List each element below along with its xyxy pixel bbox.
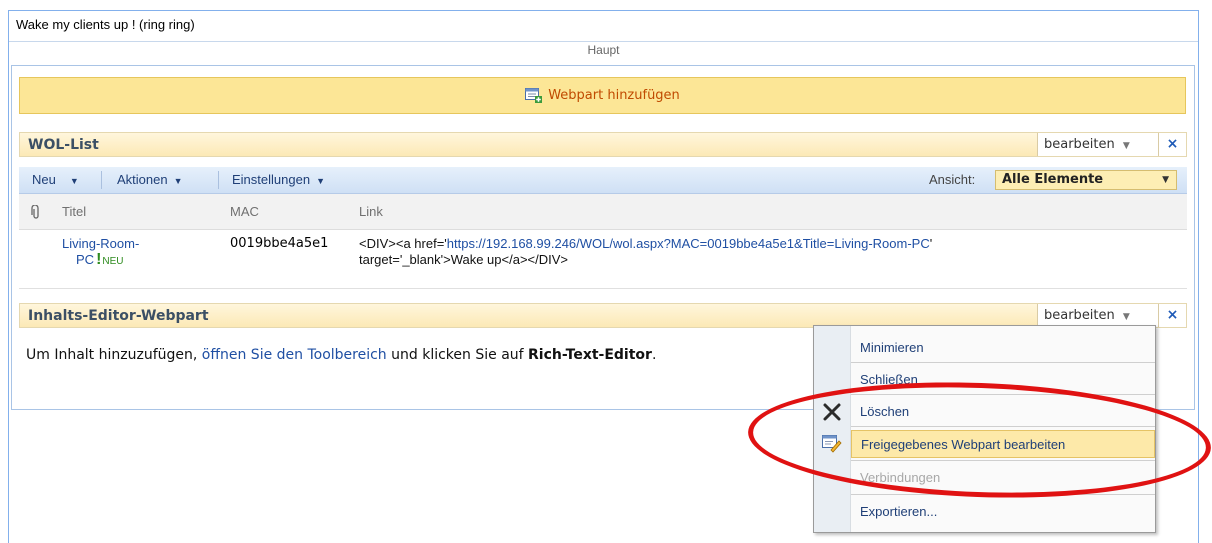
row-title-line2: PC — [76, 252, 95, 267]
close-icon: × — [1166, 136, 1179, 152]
row-link-line2: target='_blank'>Wake up</a></DIV> — [359, 252, 569, 267]
chevron-down-icon: ▼ — [1122, 312, 1130, 322]
menu-item-edit-shared-webpart[interactable]: Freigegebenes Webpart bearbeiten — [851, 430, 1155, 458]
wol-list-header: WOL-List bearbeiten ▼ × — [19, 132, 1187, 157]
settings-menu[interactable]: Einstellungen ▼ — [232, 172, 325, 187]
menu-icon-gutter — [814, 326, 851, 532]
menu-divider — [851, 394, 1155, 395]
new-exclamation-icon: ! — [96, 251, 102, 268]
rich-text-editor-label: Rich-Text-Editor — [528, 347, 652, 363]
column-header-mac[interactable]: MAC — [230, 204, 259, 219]
new-menu[interactable]: Neu ▼ — [32, 172, 79, 187]
close-icon: × — [1166, 307, 1179, 323]
column-header-title[interactable]: Titel — [62, 204, 86, 219]
actions-menu-label: Aktionen — [117, 172, 168, 187]
view-select-value: Alle Elemente — [1002, 172, 1104, 187]
row-link-url[interactable]: https://192.168.99.246/WOL/wol.aspx?MAC=… — [447, 236, 930, 251]
content-editor-body: Um Inhalt hinzuzufügen, öffnen Sie den T… — [26, 347, 656, 363]
content-editor-close-button[interactable]: × — [1158, 304, 1186, 327]
view-select[interactable]: Alle Elemente ▼ — [995, 170, 1177, 190]
webpart-divider — [19, 288, 1187, 289]
wol-list-close-button[interactable]: × — [1158, 133, 1186, 156]
content-editor-edit-menu[interactable]: bearbeiten ▼ — [1037, 304, 1158, 327]
view-label: Ansicht: — [929, 172, 976, 187]
row-mac: 0019bbe4a5e1 — [230, 236, 329, 251]
wol-list-edit-menu[interactable]: bearbeiten ▼ — [1037, 133, 1158, 156]
content-editor-title: Inhalts-Editor-Webpart — [28, 308, 209, 324]
menu-item-export[interactable]: Exportieren... — [851, 498, 1155, 526]
attachment-icon — [31, 205, 39, 219]
body-text-before: Um Inhalt hinzuzufügen, — [26, 347, 202, 363]
menu-item-connections: Verbindungen — [860, 470, 941, 485]
content-editor-edit-label: bearbeiten — [1044, 308, 1115, 323]
menu-divider — [851, 362, 1155, 363]
add-webpart-icon — [525, 88, 543, 103]
wol-list-edit-label: bearbeiten — [1044, 137, 1115, 152]
body-text-middle: und klicken Sie auf — [386, 347, 529, 363]
delete-x-icon — [823, 403, 841, 421]
chevron-down-icon: ▼ — [1122, 141, 1130, 151]
table-header: Titel MAC Link — [19, 194, 1187, 230]
menu-divider — [851, 460, 1155, 461]
menu-divider — [851, 494, 1155, 495]
chevron-down-icon: ▼ — [173, 176, 183, 186]
settings-menu-label: Einstellungen — [232, 172, 311, 187]
open-toolpane-link[interactable]: öffnen Sie den Toolbereich — [202, 347, 387, 363]
row-title-line1: Living-Room- — [62, 236, 140, 251]
chevron-down-icon: ▼ — [1162, 175, 1169, 185]
actions-menu[interactable]: Aktionen ▼ — [117, 172, 183, 187]
body-text-after: . — [651, 347, 657, 363]
toolbar-divider — [218, 171, 219, 189]
add-webpart-label: Webpart hinzufügen — [548, 88, 680, 103]
row-link-suffix: ' — [929, 236, 933, 251]
list-toolbar: Neu ▼ Aktionen ▼ Einstellungen ▼ Ansicht: A… — [19, 167, 1187, 194]
chevron-down-icon: ▼ — [69, 176, 79, 186]
row-link: <DIV><a href='https://192.168.99.246/WOL… — [359, 236, 932, 268]
wol-list-title: WOL-List — [28, 137, 99, 153]
edit-webpart-icon — [822, 435, 842, 453]
row-link-prefix: <DIV><a href=' — [359, 236, 447, 251]
row-title-link[interactable]: Living-Room- PC !NEU — [62, 236, 139, 270]
menu-item-delete[interactable]: Löschen — [851, 398, 1155, 426]
new-menu-label: Neu — [32, 172, 56, 187]
table-row: Living-Room- PC !NEU 0019bbe4a5e1 <DIV><a… — [19, 230, 1187, 287]
webpart-context-menu: Minimieren Schließen Löschen Freigegeben… — [813, 325, 1156, 533]
column-header-link[interactable]: Link — [359, 204, 383, 219]
menu-item-minimize[interactable]: Minimieren — [851, 334, 1155, 362]
zone-label: Haupt — [587, 43, 620, 57]
page-title: Wake my clients up ! (ring ring) — [16, 17, 195, 32]
chevron-down-icon: ▼ — [316, 176, 325, 186]
menu-divider — [851, 426, 1155, 427]
new-badge: NEU — [102, 256, 124, 267]
add-webpart-button[interactable]: Webpart hinzufügen — [19, 77, 1186, 114]
menu-item-close[interactable]: Schließen — [851, 366, 1155, 394]
title-divider — [9, 41, 1198, 42]
toolbar-divider — [101, 171, 102, 189]
